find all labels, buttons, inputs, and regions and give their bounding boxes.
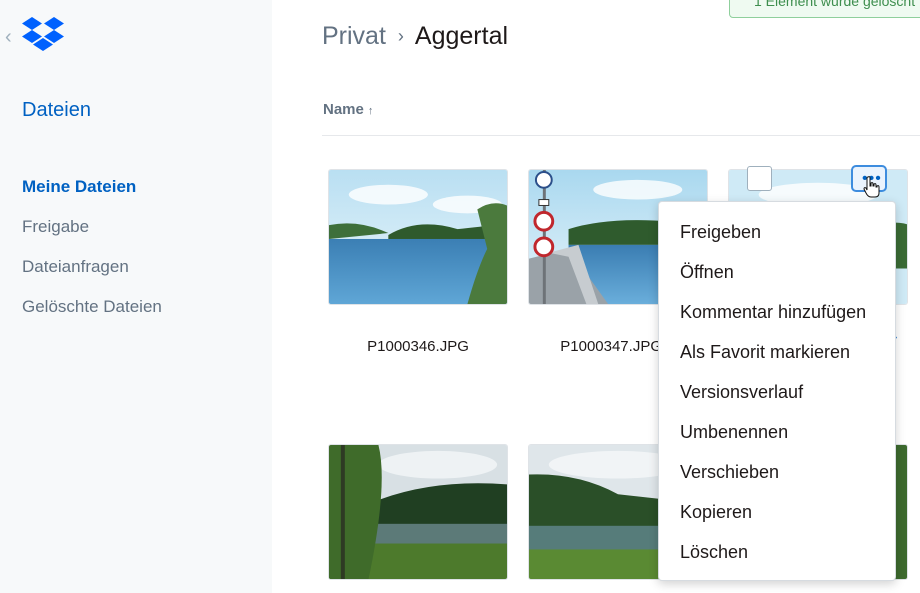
file-thumbnail[interactable] <box>328 444 508 580</box>
menu-item-verschieben[interactable]: Verschieben <box>659 452 895 492</box>
sidebar: ‹ Dateien Meine Dateien Freigabe Dateian… <box>0 0 272 593</box>
dropbox-logo-icon[interactable] <box>21 15 65 55</box>
file-name[interactable]: P1000346.JPG <box>328 338 508 355</box>
column-label-name: Name <box>323 101 364 118</box>
menu-item-als-favorit-markieren[interactable]: Als Favorit markieren <box>659 332 895 372</box>
sort-by-name-header[interactable]: Name ↑ <box>323 101 373 118</box>
menu-item-oeffnen[interactable]: Öffnen <box>659 252 895 292</box>
select-checkbox[interactable] <box>747 166 772 191</box>
sidebar-item-dateianfragen[interactable]: Dateianfragen <box>22 255 162 295</box>
status-toast: 1 Element wurde gelöscht <box>729 0 920 18</box>
sidebar-item-geloeschte-dateien[interactable]: Gelöschte Dateien <box>22 295 162 335</box>
menu-item-umbenennen[interactable]: Umbenennen <box>659 412 895 452</box>
menu-item-kommentar-hinzufuegen[interactable]: Kommentar hinzufügen <box>659 292 895 332</box>
header-divider <box>322 135 920 136</box>
context-menu: Freigeben Öffnen Kommentar hinzufügen Al… <box>658 201 896 581</box>
chevron-left-icon[interactable]: ‹ <box>5 27 12 47</box>
menu-item-versionsverlauf[interactable]: Versionsverlauf <box>659 372 895 412</box>
breadcrumb: Privat › Aggertal <box>322 22 508 51</box>
sidebar-item-meine-dateien[interactable]: Meine Dateien <box>22 175 162 215</box>
file-thumbnail[interactable] <box>328 169 508 305</box>
chevron-right-icon: › <box>397 26 404 46</box>
page-title: Aggertal <box>414 22 509 50</box>
menu-item-kopieren[interactable]: Kopieren <box>659 492 895 532</box>
menu-item-loeschen[interactable]: Löschen <box>659 532 895 572</box>
menu-item-freigeben[interactable]: Freigeben <box>659 212 895 252</box>
hand-cursor-icon <box>863 176 880 198</box>
breadcrumb-parent-link[interactable]: Privat <box>322 22 386 51</box>
file-name[interactable]: P1000347.JPG <box>528 338 662 355</box>
arrow-up-icon: ↑ <box>367 105 374 117</box>
section-title[interactable]: Dateien <box>22 99 91 122</box>
sidebar-item-freigabe[interactable]: Freigabe <box>22 215 162 255</box>
sidebar-nav: Meine Dateien Freigabe Dateianfragen Gel… <box>22 175 162 335</box>
